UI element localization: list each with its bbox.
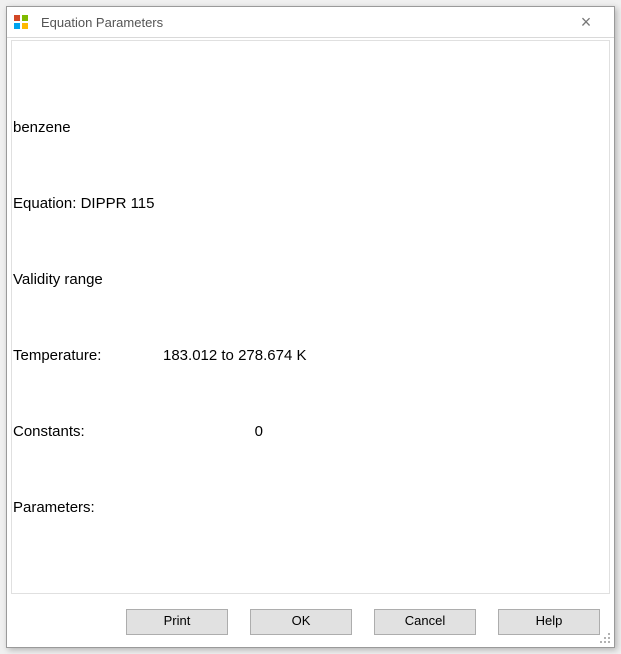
dialog-window: Equation Parameters × benzene Equation: …	[6, 6, 615, 648]
equation-value: DIPPR 115	[81, 195, 155, 212]
app-icon	[13, 14, 29, 30]
temperature-label: Temperature:	[13, 346, 163, 365]
help-button[interactable]: Help	[498, 609, 600, 635]
equation-label: Equation:	[13, 195, 81, 212]
constants-label: Constants:	[13, 422, 163, 441]
button-bar: Print OK Cancel Help	[7, 599, 614, 647]
titlebar: Equation Parameters ×	[7, 7, 614, 38]
temperature-line: Temperature: 183.012 to 278.674 K	[13, 346, 610, 365]
close-icon[interactable]: ×	[564, 12, 608, 33]
compound-name: benzene	[13, 118, 610, 137]
parameters-block: 58.4791 = a -6995.71 = b -5.65015 = c 8.…	[13, 574, 610, 599]
resize-grip-icon[interactable]	[598, 631, 612, 645]
equation-line: Equation: DIPPR 115	[13, 194, 610, 213]
window-title: Equation Parameters	[41, 15, 564, 30]
temperature-value: 183.012 to 278.674 K	[163, 346, 306, 365]
print-button[interactable]: Print	[126, 609, 228, 635]
validity-label: Validity range	[13, 270, 610, 289]
ok-button[interactable]: OK	[250, 609, 352, 635]
constants-line: Constants: 0	[13, 422, 610, 441]
constants-value: 0	[163, 422, 263, 441]
content-area: benzene Equation: DIPPR 115 Validity ran…	[7, 38, 614, 599]
cancel-button[interactable]: Cancel	[374, 609, 476, 635]
parameters-label: Parameters:	[13, 498, 610, 517]
